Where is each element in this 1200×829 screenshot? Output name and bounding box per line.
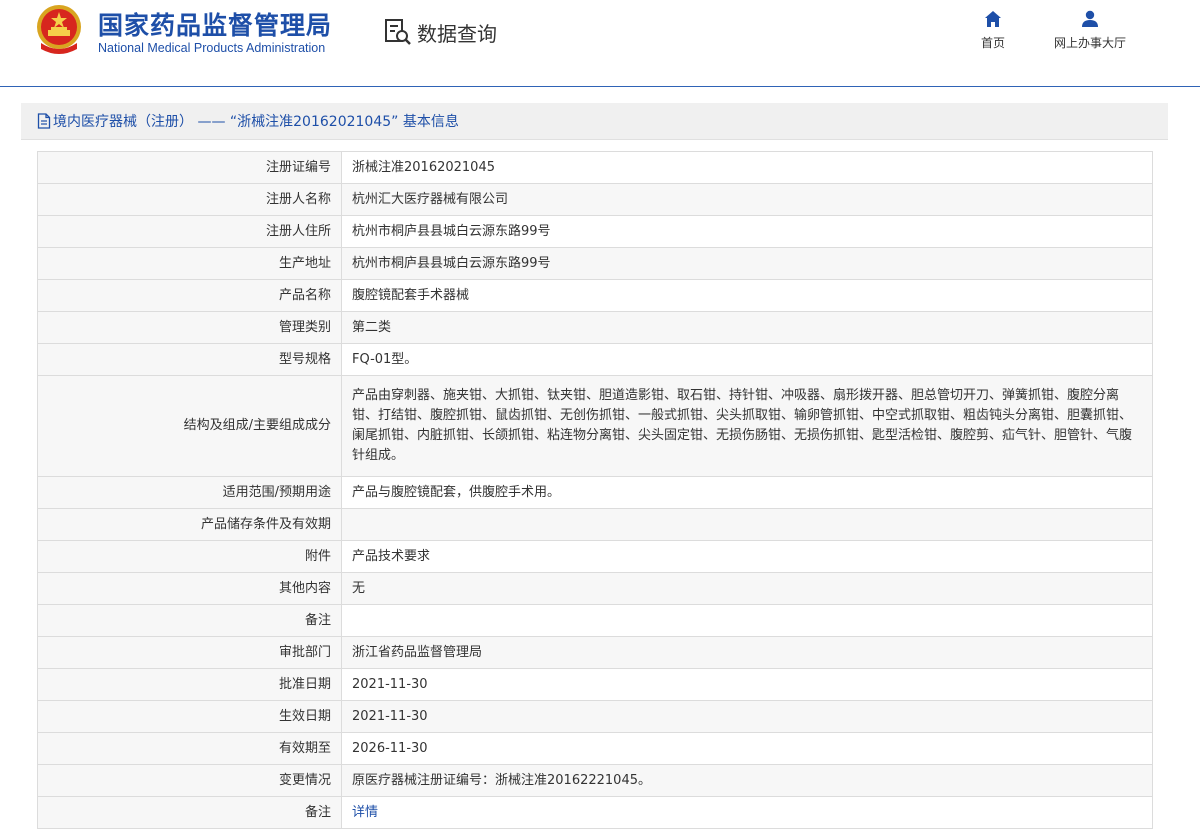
nav-online-hall-label: 网上办事大厅 bbox=[1053, 36, 1126, 50]
field-value: FQ-01型。 bbox=[341, 343, 1153, 376]
panel-title: 境内医疗器械（注册） —— “浙械注准20162021045” 基本信息 bbox=[21, 103, 1168, 140]
field-value: 2021-11-30 bbox=[341, 668, 1153, 701]
field-value: 2026-11-30 bbox=[341, 732, 1153, 765]
field-value bbox=[341, 604, 1153, 637]
field-label: 管理类别 bbox=[37, 311, 342, 344]
field-label: 产品储存条件及有效期 bbox=[37, 508, 342, 541]
field-label: 有效期至 bbox=[37, 732, 342, 765]
nav-online-hall[interactable]: 网上办事大厅 bbox=[1046, 10, 1134, 51]
field-value: 产品技术要求 bbox=[341, 540, 1153, 573]
field-label: 批准日期 bbox=[37, 668, 342, 701]
field-label: 产品名称 bbox=[37, 279, 342, 312]
field-value: 浙江省药品监督管理局 bbox=[341, 636, 1153, 669]
field-value: 杭州市桐庐县县城白云源东路99号 bbox=[341, 247, 1153, 280]
table-row: 产品储存条件及有效期 bbox=[37, 508, 1153, 541]
brand-name-cn: 国家药品监督管理局 bbox=[98, 11, 333, 40]
home-icon bbox=[985, 11, 1001, 27]
table-row: 结构及组成/主要组成成分 产品由穿刺器、施夹钳、大抓钳、钛夹钳、胆道造影钳、取石钳… bbox=[37, 375, 1153, 477]
field-value: 第二类 bbox=[341, 311, 1153, 344]
details-link[interactable]: 详情 bbox=[352, 805, 378, 820]
table-row: 备注 bbox=[37, 604, 1153, 637]
table-row: 注册人住所 杭州市桐庐县县城白云源东路99号 bbox=[37, 215, 1153, 248]
field-value: 2021-11-30 bbox=[341, 700, 1153, 733]
field-label: 结构及组成/主要组成成分 bbox=[37, 375, 342, 477]
table-row: 其他内容无 bbox=[37, 572, 1153, 605]
field-label: 变更情况 bbox=[37, 764, 342, 797]
table-row: 产品名称 腹腔镜配套手术器械 bbox=[37, 279, 1153, 312]
field-label: 适用范围/预期用途 bbox=[37, 476, 342, 509]
page-heading-label: 数据查询 bbox=[417, 21, 497, 46]
field-value: 原医疗器械注册证编号：浙械注准20162221045。 bbox=[341, 764, 1153, 797]
field-value: 产品由穿刺器、施夹钳、大抓钳、钛夹钳、胆道造影钳、取石钳、持针钳、冲吸器、扇形拨… bbox=[341, 375, 1153, 477]
site-header: 国家药品监督管理局 National Medical Products Admi… bbox=[0, 0, 1200, 87]
table-row: 适用范围/预期用途 产品与腹腔镜配套，供腹腔手术用。 bbox=[37, 476, 1153, 509]
user-icon bbox=[1082, 10, 1098, 27]
field-value[interactable]: 详情 bbox=[341, 796, 1153, 829]
table-row: 生效日期 2021-11-30 bbox=[37, 700, 1153, 733]
field-label: 其他内容 bbox=[37, 572, 342, 605]
field-value: 杭州汇大医疗器械有限公司 bbox=[341, 183, 1153, 216]
field-label: 生产地址 bbox=[37, 247, 342, 280]
table-row: 附件 产品技术要求 bbox=[37, 540, 1153, 573]
field-value: 杭州市桐庐县县城白云源东路99号 bbox=[341, 215, 1153, 248]
field-label: 注册证编号 bbox=[37, 151, 342, 184]
table-row: 备注 详情 bbox=[37, 796, 1153, 829]
data-search-icon bbox=[385, 19, 411, 45]
field-value: 腹腔镜配套手术器械 bbox=[341, 279, 1153, 312]
field-label: 附件 bbox=[37, 540, 342, 573]
field-value: 无 bbox=[341, 572, 1153, 605]
panel-title-text: 境内医疗器械（注册） —— “浙械注准20162021045” 基本信息 bbox=[53, 114, 459, 130]
brand-name-en: National Medical Products Administration bbox=[98, 41, 326, 55]
nav-home[interactable]: 首页 bbox=[978, 10, 1008, 51]
field-label: 注册人名称 bbox=[37, 183, 342, 216]
field-label: 型号规格 bbox=[37, 343, 342, 376]
field-value bbox=[341, 508, 1153, 541]
table-row: 注册证编号 浙械注准20162021045 bbox=[37, 151, 1153, 184]
field-label: 注册人住所 bbox=[37, 215, 342, 248]
field-label: 备注 bbox=[37, 796, 342, 829]
field-label: 审批部门 bbox=[37, 636, 342, 669]
document-icon bbox=[37, 113, 51, 129]
national-emblem-icon bbox=[37, 5, 81, 54]
nav-home-label: 首页 bbox=[980, 36, 1005, 50]
table-row: 审批部门 浙江省药品监督管理局 bbox=[37, 636, 1153, 669]
field-value: 浙械注准20162021045 bbox=[341, 151, 1153, 184]
table-row: 有效期至 2026-11-30 bbox=[37, 732, 1153, 765]
detail-panel: 境内医疗器械（注册） —— “浙械注准20162021045” 基本信息 注册证… bbox=[21, 103, 1168, 829]
table-row: 生产地址 杭州市桐庐县县城白云源东路99号 bbox=[37, 247, 1153, 280]
table-row: 批准日期 2021-11-30 bbox=[37, 668, 1153, 701]
info-table: 注册证编号 浙械注准20162021045 注册人名称 杭州汇大医疗器械有限公司 注册人… bbox=[37, 151, 1153, 829]
page-heading: 数据查询 bbox=[383, 17, 497, 47]
table-row: 管理类别 第二类 bbox=[37, 311, 1153, 344]
field-label: 生效日期 bbox=[37, 700, 342, 733]
table-row: 变更情况 原医疗器械注册证编号：浙械注准20162221045。 bbox=[37, 764, 1153, 797]
table-row: 型号规格 FQ-01型。 bbox=[37, 343, 1153, 376]
field-label: 备注 bbox=[37, 604, 342, 637]
field-value: 产品与腹腔镜配套，供腹腔手术用。 bbox=[341, 476, 1153, 509]
table-row: 注册人名称 杭州汇大医疗器械有限公司 bbox=[37, 183, 1153, 216]
